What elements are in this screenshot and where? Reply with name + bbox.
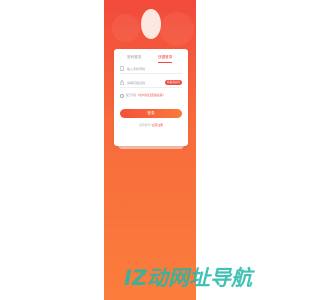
watermark-text: IZ动网址导航 (124, 266, 255, 290)
active-tab-indicator (158, 62, 172, 63)
lock-icon (120, 80, 124, 85)
register-prompt: 没有账号?立即注册 (114, 123, 188, 127)
register-prefix: 没有账号? (139, 123, 152, 127)
verification-code-field[interactable]: 请填写验证码 获取验证码 (120, 79, 182, 88)
background-bubble-right (160, 12, 194, 46)
agreement-link[interactable]: 《用户协议及隐私政策》 (136, 94, 165, 97)
agreement-checkbox[interactable] (120, 94, 124, 98)
header-egg-decoration (141, 9, 161, 39)
phone-field[interactable]: 输入手机号码 (120, 65, 182, 74)
get-code-button[interactable]: 获取验证码 (165, 80, 182, 85)
login-card: 密码登录 快捷登录 输入手机号码 请填写验证码 获取验证码 我已同意《用户协议及… (114, 49, 188, 146)
code-input-placeholder: 请填写验证码 (127, 81, 146, 85)
phone-icon (120, 66, 124, 71)
tab-password-login[interactable]: 密码登录 (127, 55, 141, 60)
login-button[interactable]: 登录 (120, 109, 182, 118)
site-watermark-logo: IZ动网址导航 (124, 266, 255, 290)
login-screen: 密码登录 快捷登录 输入手机号码 请填写验证码 获取验证码 我已同意《用户协议及… (104, 0, 196, 300)
background-bubble-left (112, 14, 140, 42)
agreement-row: 我已同意《用户协议及隐私政策》 (120, 93, 182, 101)
login-tabs: 密码登录 快捷登录 (114, 55, 188, 65)
tab-quick-login[interactable]: 快捷登录 (158, 55, 172, 60)
agreement-text: 我已同意《用户协议及隐私政策》 (126, 94, 165, 98)
agreement-prefix: 我已同意 (126, 94, 137, 97)
phone-input-placeholder: 输入手机号码 (127, 67, 146, 71)
register-link[interactable]: 立即注册 (152, 123, 163, 127)
